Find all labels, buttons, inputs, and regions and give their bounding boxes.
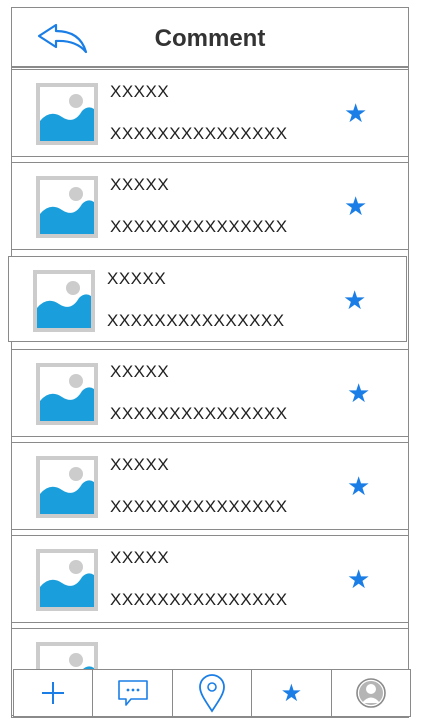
app-header: Comment: [11, 7, 409, 68]
tab-favorites[interactable]: ★: [252, 670, 332, 716]
item-name: XXXXX: [110, 548, 170, 567]
map-pin-icon: [199, 674, 225, 713]
list-item[interactable]: XXXXX XXXXXXXXXXXXXXX ★: [11, 162, 409, 250]
favorite-star-icon[interactable]: ★: [344, 191, 367, 222]
item-name: XXXXX: [110, 362, 170, 381]
list-item[interactable]: XXXXX XXXXXXXXXXXXXXX ★: [11, 535, 409, 623]
item-name: XXXXX: [110, 455, 170, 474]
tab-profile[interactable]: [332, 670, 410, 716]
favorite-star-icon[interactable]: ★: [347, 378, 370, 409]
list-item[interactable]: XXXXX XXXXXXXXXXXXXXX ★: [11, 349, 409, 437]
tab-comments[interactable]: [93, 670, 173, 716]
item-subtitle: XXXXXXXXXXXXXXX: [110, 497, 288, 516]
chat-icon: [117, 680, 148, 706]
favorite-star-icon[interactable]: ★: [344, 98, 367, 129]
item-subtitle: XXXXXXXXXXXXXXX: [110, 404, 288, 423]
image-placeholder-icon: [33, 270, 95, 332]
tab-location[interactable]: [173, 670, 253, 716]
item-subtitle: XXXXXXXXXXXXXXX: [110, 590, 288, 609]
tab-add[interactable]: [14, 670, 94, 716]
list-item[interactable]: XXXXX XXXXXXXXXXXXXXX ★: [11, 442, 409, 530]
item-subtitle: XXXXXXXXXXXXXXX: [110, 217, 288, 236]
image-placeholder-icon: [36, 363, 98, 425]
item-name: XXXXX: [110, 175, 170, 194]
item-subtitle: XXXXXXXXXXXXXXX: [110, 124, 288, 143]
page-title: Comment: [154, 25, 266, 52]
favorite-star-icon[interactable]: ★: [347, 471, 370, 502]
user-icon: [356, 678, 386, 708]
image-placeholder-icon: [36, 456, 98, 518]
list-item-selected[interactable]: XXXXX XXXXXXXXXXXXXXX ★: [8, 256, 407, 342]
image-placeholder-icon: [36, 176, 98, 238]
star-icon: ★: [280, 679, 303, 707]
item-name: XXXXX: [107, 269, 167, 288]
item-subtitle: XXXXXXXXXXXXXXX: [107, 311, 285, 330]
image-placeholder-icon: [36, 83, 98, 145]
plus-icon: [42, 682, 65, 704]
bottom-tab-bar: ★: [13, 669, 411, 717]
image-placeholder-icon: [36, 549, 98, 611]
list-item[interactable]: XXXXX XXXXXXXXXXXXXXX ★: [11, 69, 409, 157]
item-name: XXXXX: [110, 82, 170, 101]
favorite-star-icon[interactable]: ★: [343, 285, 366, 316]
favorite-star-icon[interactable]: ★: [347, 564, 370, 595]
